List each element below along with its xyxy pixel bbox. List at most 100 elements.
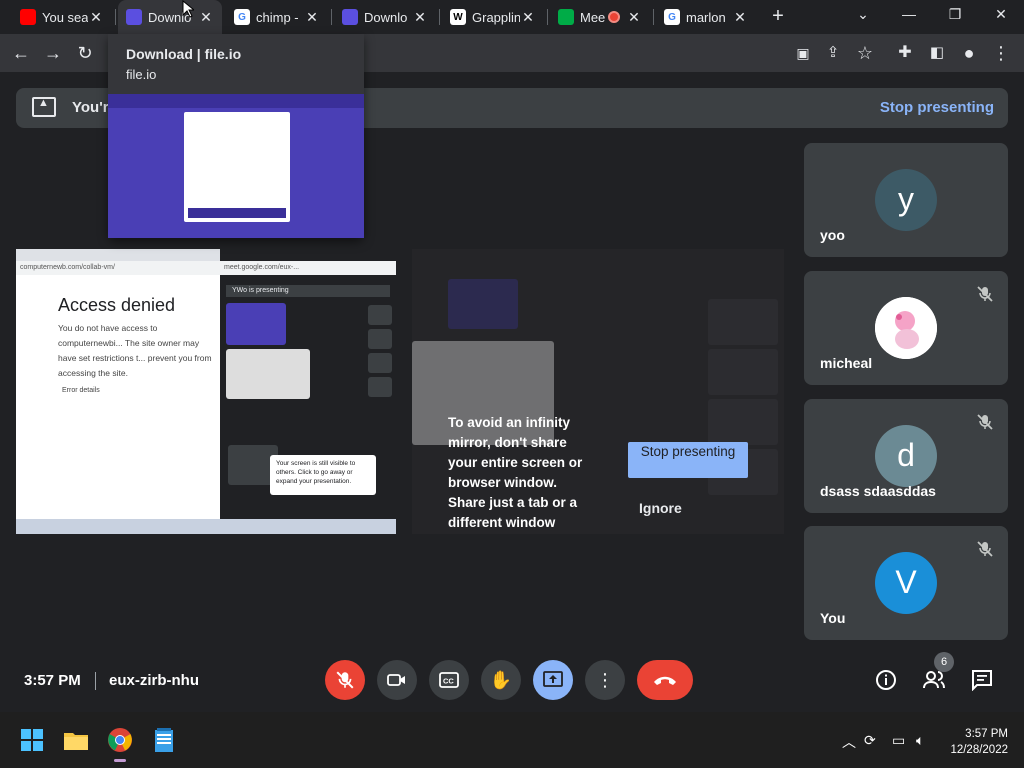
- shared-tip: Your screen is still visible to others. …: [270, 455, 376, 495]
- hovercard-thumbnail: [108, 94, 364, 238]
- tab-hover-card: Download | file.io file.io: [108, 34, 364, 238]
- participant-name: micheal: [820, 355, 873, 371]
- tab-title: Downlo: [364, 9, 408, 25]
- close-icon[interactable]: ✕: [520, 9, 536, 26]
- hovercard-domain: file.io: [126, 67, 157, 82]
- close-icon[interactable]: ✕: [88, 9, 104, 26]
- close-icon[interactable]: ✕: [198, 9, 214, 26]
- reload-button[interactable]: ↻: [72, 40, 98, 66]
- mini-participant: [368, 305, 392, 325]
- participant-name: dsass sdaasddas: [820, 483, 936, 499]
- notepad-button[interactable]: [148, 724, 180, 756]
- camera-button[interactable]: [377, 660, 417, 700]
- error-details-link: Error details: [62, 387, 100, 394]
- tab-separator: [439, 9, 440, 25]
- mic-off-icon: [977, 286, 993, 302]
- tab-grappling[interactable]: W Grapplin ✕: [442, 0, 544, 34]
- mini-participant: [368, 377, 392, 397]
- meeting-info-button[interactable]: [872, 666, 900, 694]
- tab-fileio[interactable]: Downlo ✕: [334, 0, 436, 34]
- participant-tile-self[interactable]: V You: [804, 526, 1008, 640]
- tab-search-button[interactable]: ⌄: [840, 0, 886, 30]
- folder-icon: [64, 733, 88, 750]
- tab-title: chimp -: [256, 9, 299, 25]
- youtube-icon: [20, 9, 36, 25]
- tab-fileio-active[interactable]: Downlo ✕: [118, 0, 222, 34]
- tab-marlon[interactable]: G marlon ✕: [656, 0, 756, 34]
- tab-chimp[interactable]: G chimp - ✕: [226, 0, 328, 34]
- volume-icon[interactable]: 🔈︎: [916, 732, 924, 749]
- tab-strip: You sear ✕ Downlo ✕ G chimp - ✕ Downlo ✕…: [0, 0, 1024, 34]
- fileio-icon: [126, 9, 142, 25]
- mini-participant: [368, 353, 392, 373]
- taskbar-time: 3:57 PM: [965, 728, 1008, 740]
- menu-icon[interactable]: ⋮: [988, 40, 1014, 66]
- more-options-button[interactable]: ⋮: [585, 660, 625, 700]
- access-denied-heading: Access denied: [58, 295, 176, 315]
- ignore-button[interactable]: Ignore: [639, 500, 682, 516]
- shared-screen-tile[interactable]: computernewb.com/collab-vm/ Access denie…: [16, 249, 396, 534]
- close-icon[interactable]: ✕: [732, 9, 748, 26]
- google-icon: G: [234, 9, 250, 25]
- shared-browser-right: meet.google.com/eux-... YWo is presentin…: [220, 249, 396, 519]
- show-hidden-icons-button[interactable]: ︿: [842, 732, 856, 752]
- tab-separator: [653, 9, 654, 25]
- fileio-icon: [342, 9, 358, 25]
- close-icon[interactable]: ✕: [304, 9, 320, 26]
- profile-icon[interactable]: ●: [956, 40, 982, 66]
- shared-address-bar-2: meet.google.com/eux-...: [220, 261, 396, 275]
- microphone-button[interactable]: [325, 660, 365, 700]
- tab-title: Mee: [580, 9, 606, 25]
- side-panel-icon[interactable]: ◧: [924, 40, 950, 66]
- mouse-cursor-icon: [182, 0, 194, 18]
- back-button[interactable]: ←: [8, 40, 34, 66]
- mini-mirror: [226, 349, 310, 399]
- file-explorer-button[interactable]: [60, 724, 92, 756]
- participant-tile[interactable]: d dsass sdaasddas: [804, 399, 1008, 513]
- windows-taskbar: ︿ ⟳ ▭ 🔈︎ 3:57 PM 12/28/2022: [0, 712, 1024, 768]
- google-icon: G: [664, 9, 680, 25]
- people-icon: [923, 671, 945, 689]
- avatar: [875, 297, 937, 359]
- present-screen-icon: [543, 671, 563, 687]
- taskbar-clock[interactable]: 3:57 PM 12/28/2022: [950, 726, 1008, 758]
- window-close-button[interactable]: ✕: [978, 0, 1024, 30]
- tab-youtube[interactable]: You sear ✕: [12, 0, 112, 34]
- chrome-icon: [108, 728, 132, 752]
- sync-icon[interactable]: ⟳: [864, 732, 876, 749]
- shared-address-bar: computernewb.com/collab-vm/: [16, 261, 220, 275]
- stop-presenting-button[interactable]: Stop presenting: [628, 442, 748, 478]
- close-icon[interactable]: ✕: [626, 9, 642, 26]
- stop-presenting-link[interactable]: Stop presenting: [880, 99, 994, 116]
- blocked-icon[interactable]: ▣: [790, 40, 816, 66]
- chat-button[interactable]: [968, 666, 996, 694]
- share-icon[interactable]: ⇪: [820, 40, 846, 66]
- screen-root: You sear ✕ Downlo ✕ G chimp - ✕ Downlo ✕…: [0, 0, 1024, 768]
- mic-off-icon: [977, 541, 993, 557]
- tab-separator: [115, 9, 116, 25]
- mini-thumb: [226, 303, 286, 345]
- raise-hand-button[interactable]: ✋: [481, 660, 521, 700]
- new-tab-button[interactable]: +: [766, 4, 790, 28]
- thumbnail-navbar: [108, 94, 364, 108]
- participant-tile[interactable]: y yoo: [804, 143, 1008, 257]
- extensions-icon[interactable]: ✚: [892, 40, 918, 66]
- participant-name: You: [820, 610, 846, 626]
- close-icon[interactable]: ✕: [412, 9, 428, 26]
- end-call-button[interactable]: [637, 660, 693, 700]
- infinity-mirror-tile: To avoid an infinity mirror, don't share…: [412, 249, 784, 534]
- shared-browser-left: computernewb.com/collab-vm/ Access denie…: [16, 249, 220, 519]
- present-button[interactable]: [533, 660, 573, 700]
- captions-button[interactable]: CC: [429, 660, 469, 700]
- bookmark-star-icon[interactable]: ☆: [852, 40, 878, 66]
- network-icon[interactable]: ▭: [892, 732, 905, 749]
- tab-meet[interactable]: Mee ✕: [550, 0, 650, 34]
- participant-count-badge: 6: [934, 652, 954, 672]
- participant-tile[interactable]: micheal: [804, 271, 1008, 385]
- maximize-button[interactable]: ❐: [932, 0, 978, 30]
- chrome-taskbar-button[interactable]: [104, 724, 136, 762]
- time-separator: [95, 672, 96, 690]
- minimize-button[interactable]: —: [886, 0, 932, 30]
- start-button[interactable]: [16, 724, 48, 756]
- forward-button[interactable]: →: [40, 40, 66, 66]
